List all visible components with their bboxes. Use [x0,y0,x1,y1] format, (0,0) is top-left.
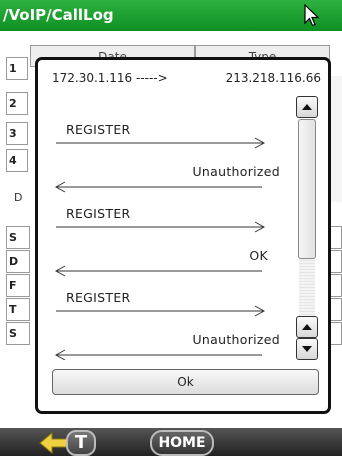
detail-row-edge [330,322,342,345]
arrow-right-icon [56,221,266,233]
message-label: REGISTER [66,290,131,305]
flow-message: REGISTER [52,290,298,330]
detail-row-edge [330,298,342,321]
ok-button[interactable]: Ok [52,369,319,395]
table-row[interactable]: 1 [6,57,28,80]
table-row[interactable]: 3 [6,122,28,145]
message-label: Unauthorized [192,164,280,179]
scroll-up-button[interactable] [296,316,318,338]
sip-flow-dialog: 172.30.1.116 -----> 213.218.116.66 REGIS… [35,57,331,414]
window-title-bar: /VoIP/CallLog [0,0,342,31]
arrow-left-icon [54,349,262,360]
triangle-up-icon [302,324,312,330]
flow-scrollbar[interactable] [296,94,320,362]
source-address: 172.30.1.116 -----> [52,71,168,85]
arrow-right-icon [56,305,266,317]
detail-row-edge [330,274,342,297]
message-flow: REGISTER Unauthorized REGISTER OK REGIST… [52,96,300,360]
detail-row[interactable]: T [6,298,30,321]
detail-row[interactable]: F [6,274,30,297]
arrow-left-icon [54,181,262,193]
message-label: REGISTER [66,122,131,137]
detail-row-edge [330,226,342,249]
flow-message: REGISTER [52,206,298,246]
flow-message: OK [52,248,298,288]
triangle-down-icon [302,346,312,352]
flow-message: REGISTER [52,122,298,162]
home-button[interactable]: HOME [150,430,214,456]
flow-message: Unauthorized [52,164,298,204]
message-label: OK [249,248,268,263]
triangle-up-icon [302,104,312,110]
scroll-down-button[interactable] [296,338,318,360]
detail-row[interactable]: S [6,226,30,249]
message-label: REGISTER [66,206,131,221]
arrow-left-icon [54,265,262,277]
detail-row-edge [330,250,342,273]
detail-row[interactable]: S [6,322,30,345]
t-button[interactable]: T [66,430,96,456]
window-title: /VoIP/CallLog [3,6,114,24]
destination-address: 213.218.116.66 [225,71,321,85]
scroll-up-button[interactable] [296,96,318,118]
table-scrollbar[interactable] [330,76,342,202]
mouse-cursor-icon [304,4,320,27]
table-row[interactable]: 2 [6,92,28,115]
arrow-right-icon [56,137,266,149]
section-letter: D [14,191,23,204]
message-label: Unauthorized [192,332,280,347]
detail-row[interactable]: D [6,250,30,273]
scroll-thumb[interactable] [298,119,316,259]
table-row[interactable]: 4 [6,149,28,172]
flow-message: Unauthorized [52,332,298,360]
